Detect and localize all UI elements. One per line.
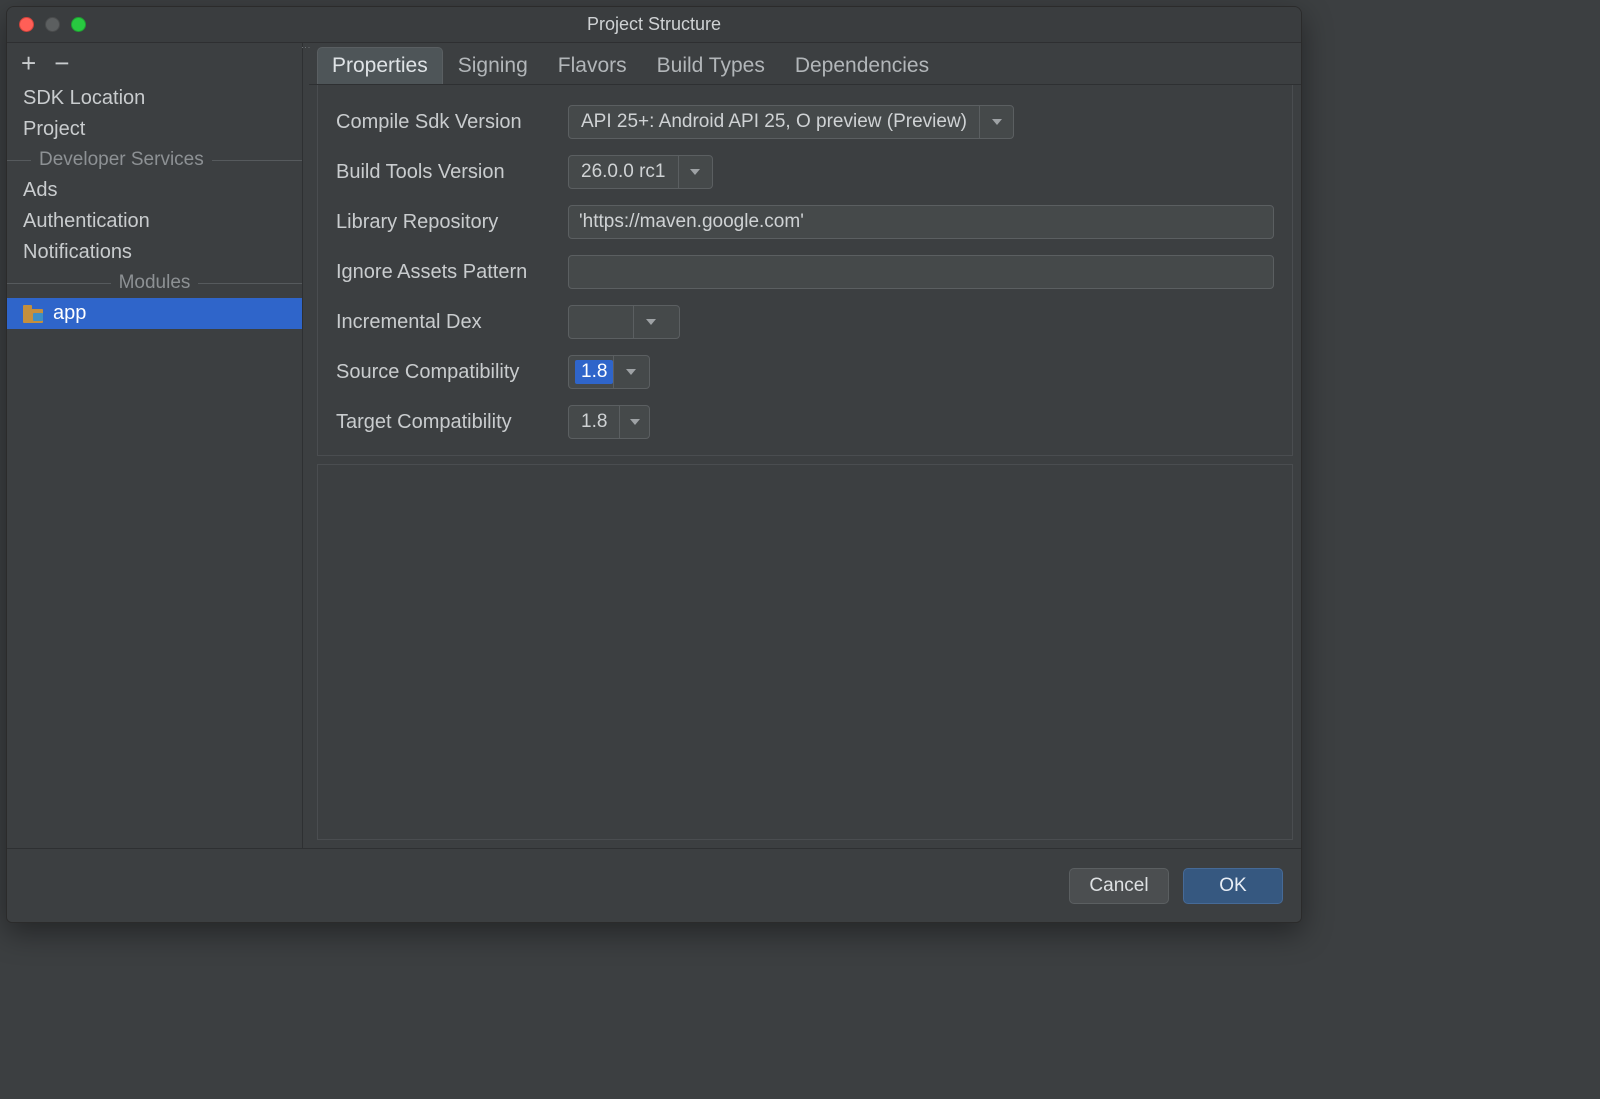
chevron-down-icon	[613, 356, 647, 388]
target-compat-label: Target Compatibility	[336, 411, 568, 434]
source-compat-label: Source Compatibility	[336, 361, 568, 384]
build-tools-combo[interactable]: 26.0.0 rc1	[568, 155, 713, 189]
sidebar-item-sdk-location[interactable]: SDK Location	[7, 83, 302, 114]
sidebar-item-authentication[interactable]: Authentication	[7, 206, 302, 237]
chevron-down-icon	[633, 306, 667, 338]
sidebar-header-modules: Modules	[7, 268, 302, 298]
sidebar-item-notifications[interactable]: Notifications	[7, 237, 302, 268]
incremental-dex-value	[569, 306, 633, 338]
target-compat-combo[interactable]: 1.8	[568, 405, 650, 439]
window-controls	[19, 17, 86, 32]
sidebar-toolbar: + −	[7, 43, 302, 83]
sidebar-header-developer-services: Developer Services	[7, 145, 302, 175]
properties-form: Compile Sdk Version API 25+: Android API…	[317, 85, 1293, 456]
remove-module-button[interactable]: −	[54, 50, 69, 76]
chevron-down-icon	[979, 106, 1013, 138]
ignore-assets-label: Ignore Assets Pattern	[336, 261, 568, 284]
target-compat-value: 1.8	[569, 406, 619, 438]
main-panel: Properties Signing Flavors Build Types D…	[309, 43, 1301, 848]
sidebar-item-label: app	[53, 302, 86, 325]
zoom-window-icon[interactable]	[71, 17, 86, 32]
source-compat-value: 1.8	[575, 360, 613, 384]
sidebar-item-ads[interactable]: Ads	[7, 175, 302, 206]
tab-flavors[interactable]: Flavors	[543, 47, 642, 84]
chevron-down-icon	[619, 406, 649, 438]
build-tools-label: Build Tools Version	[336, 161, 568, 184]
window-title: Project Structure	[7, 14, 1301, 35]
sidebar-item-module-app[interactable]: app	[7, 298, 302, 329]
library-repo-label: Library Repository	[336, 211, 568, 234]
ignore-assets-input[interactable]	[568, 255, 1274, 289]
tab-build-types[interactable]: Build Types	[642, 47, 780, 84]
incremental-dex-combo[interactable]	[568, 305, 680, 339]
module-icon	[23, 305, 45, 323]
tab-bar: Properties Signing Flavors Build Types D…	[309, 45, 1301, 85]
add-module-button[interactable]: +	[21, 50, 36, 76]
project-structure-window: Project Structure + − SDK Location Proje…	[6, 6, 1302, 923]
tab-signing[interactable]: Signing	[443, 47, 543, 84]
ok-button[interactable]: OK	[1183, 868, 1283, 904]
tab-dependencies[interactable]: Dependencies	[780, 47, 944, 84]
compile-sdk-value: API 25+: Android API 25, O preview (Prev…	[569, 106, 979, 138]
details-panel	[317, 464, 1293, 840]
sidebar-item-project[interactable]: Project	[7, 114, 302, 145]
sidebar-list: SDK Location Project Developer Services …	[7, 83, 302, 848]
library-repo-input[interactable]	[568, 205, 1274, 239]
compile-sdk-combo[interactable]: API 25+: Android API 25, O preview (Prev…	[568, 105, 1014, 139]
dialog-footer: Cancel OK	[7, 848, 1301, 922]
build-tools-value: 26.0.0 rc1	[569, 156, 678, 188]
compile-sdk-label: Compile Sdk Version	[336, 111, 568, 134]
sidebar-header-label: Modules	[119, 272, 191, 294]
sidebar-header-label: Developer Services	[39, 149, 204, 171]
cancel-button[interactable]: Cancel	[1069, 868, 1169, 904]
close-window-icon[interactable]	[19, 17, 34, 32]
titlebar: Project Structure	[7, 7, 1301, 43]
incremental-dex-label: Incremental Dex	[336, 311, 568, 334]
sidebar: + − SDK Location Project Developer Servi…	[7, 43, 303, 848]
tab-properties[interactable]: Properties	[317, 47, 443, 84]
minimize-window-icon[interactable]	[45, 17, 60, 32]
source-compat-combo[interactable]: 1.8	[568, 355, 650, 389]
chevron-down-icon	[678, 156, 712, 188]
